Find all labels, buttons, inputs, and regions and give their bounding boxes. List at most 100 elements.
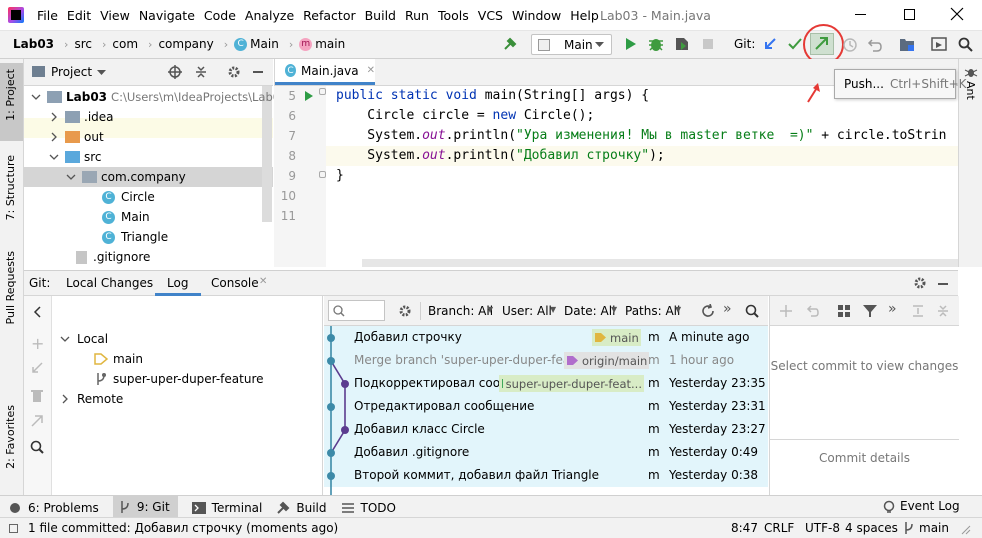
chevron-left-icon[interactable] — [32, 306, 42, 318]
coverage-icon[interactable] — [674, 36, 690, 52]
debug-icon[interactable] — [648, 36, 664, 52]
tab-log[interactable]: Log — [155, 271, 201, 296]
delete-icon[interactable] — [31, 389, 43, 402]
tool-tab-structure[interactable]: 7: Structure — [4, 155, 17, 220]
menu-edit[interactable]: Edit — [67, 8, 91, 23]
menu-run[interactable]: Run — [405, 8, 429, 23]
branch-group-local[interactable]: Local — [60, 329, 108, 349]
chevron-down-icon[interactable] — [97, 70, 106, 76]
menu-tools[interactable]: Tools — [438, 8, 469, 23]
tool-tab-terminal[interactable]: Terminal — [191, 501, 262, 515]
gear-icon[interactable] — [398, 304, 412, 318]
compare-icon[interactable] — [31, 415, 43, 427]
menu-code[interactable]: Code — [204, 8, 236, 23]
build-hammer-icon[interactable] — [502, 36, 518, 52]
breadcrumb-company[interactable]: company — [158, 37, 213, 51]
fold-icon[interactable] — [319, 88, 326, 95]
more-icon[interactable]: » — [888, 301, 897, 317]
commit-row[interactable]: Добавил .gitignore m Yesterday 0:49 — [324, 441, 768, 464]
branch-group-remote[interactable]: Remote — [60, 389, 123, 409]
project-title[interactable]: Project — [51, 65, 92, 79]
run-gutter-icon[interactable] — [304, 91, 314, 101]
breadcrumb-com[interactable]: com — [112, 37, 138, 51]
search-icon[interactable] — [30, 440, 44, 454]
update-project-icon[interactable] — [762, 36, 778, 52]
hide-panel-icon[interactable] — [253, 71, 263, 73]
git-branch-widget[interactable]: main — [903, 521, 949, 535]
run-config-select[interactable]: Main — [531, 34, 612, 55]
project-structure-icon[interactable] — [899, 37, 915, 52]
hide-panel-icon[interactable] — [938, 283, 948, 285]
close-tab-icon[interactable]: ✕ — [367, 65, 375, 76]
run-icon[interactable] — [624, 37, 638, 51]
gear-icon[interactable] — [227, 65, 241, 79]
refresh-icon[interactable] — [701, 304, 715, 318]
file-encoding[interactable]: UTF-8 — [805, 521, 840, 535]
horizontal-scrollbar[interactable] — [362, 259, 958, 267]
expand-all-icon[interactable] — [911, 304, 925, 318]
commit-icon[interactable] — [787, 36, 803, 52]
group-icon[interactable] — [837, 304, 851, 318]
menu-navigate[interactable]: Navigate — [139, 8, 195, 23]
tree-item-src[interactable]: src — [49, 147, 102, 167]
tree-item-main[interactable]: C Main — [102, 207, 150, 227]
menu-window[interactable]: Window — [512, 8, 561, 23]
filter-branch[interactable]: Branch: All — [428, 304, 493, 318]
filter-paths[interactable]: Paths: All — [625, 304, 680, 318]
menu-build[interactable]: Build — [365, 8, 396, 23]
tab-console[interactable]: Console — [211, 276, 259, 290]
breadcrumb-src[interactable]: src — [74, 37, 92, 51]
add-icon[interactable]: + — [31, 334, 44, 353]
close-tab-icon[interactable]: ✕ — [259, 276, 267, 287]
rollback-icon[interactable] — [866, 37, 882, 53]
gear-icon[interactable] — [913, 276, 927, 290]
more-icon[interactable]: » — [723, 301, 732, 317]
search-icon[interactable] — [958, 37, 974, 53]
locate-icon[interactable] — [168, 65, 182, 79]
menu-vcs[interactable]: VCS — [478, 8, 503, 23]
menu-view[interactable]: View — [100, 8, 130, 23]
stop-icon[interactable] — [703, 39, 713, 49]
log-search-input[interactable] — [328, 300, 385, 321]
tree-item-idea[interactable]: .idea — [49, 107, 114, 127]
commit-row[interactable]: Второй коммит, добавил файл Triangle m Y… — [324, 464, 768, 487]
checkout-icon[interactable] — [31, 362, 43, 374]
status-toggle-icon[interactable] — [9, 524, 18, 533]
collapse-all-icon[interactable] — [194, 65, 208, 79]
fold-icon[interactable] — [319, 171, 326, 178]
commit-row[interactable]: Отредактировал сообщение m Yesterday 23:… — [324, 395, 768, 418]
collapse-all-icon[interactable] — [936, 304, 950, 318]
filter-user[interactable]: User: All — [502, 304, 552, 318]
commit-row[interactable]: Merge branch 'super-uper-duper-featu ori… — [324, 349, 768, 372]
tree-item-circle[interactable]: C Circle — [102, 187, 155, 207]
menu-analyze[interactable]: Analyze — [245, 8, 294, 23]
menu-help[interactable]: Help — [570, 8, 599, 23]
commit-row[interactable]: Подкорректировал сообщ super-uper-duper-… — [324, 372, 768, 395]
tool-tab-todo[interactable]: TODO — [341, 501, 396, 515]
branch-main[interactable]: main — [94, 349, 143, 369]
search-icon[interactable] — [745, 304, 759, 318]
menu-file[interactable]: File — [37, 8, 58, 23]
tool-tab-git[interactable]: 9: Git — [112, 496, 178, 517]
history-icon[interactable] — [842, 37, 858, 53]
presentation-icon[interactable] — [931, 37, 947, 51]
tree-item-out[interactable]: out — [49, 127, 104, 147]
tab-local-changes[interactable]: Local Changes — [66, 276, 153, 290]
caret-position[interactable]: 8:47 — [731, 521, 758, 535]
tree-item-com-company[interactable]: com.company — [66, 167, 186, 187]
tool-tab-project[interactable]: 1: Project — [4, 69, 17, 121]
maximize-icon[interactable] — [904, 9, 915, 20]
breadcrumb-project[interactable]: Lab03 — [13, 37, 54, 51]
filter-icon[interactable] — [862, 304, 878, 318]
status-message[interactable]: 1 file committed: Добавил строчку (momen… — [28, 521, 338, 535]
tool-tab-favorites[interactable]: 2: Favorites — [4, 405, 17, 469]
tree-item-triangle[interactable]: C Triangle — [102, 227, 168, 247]
tool-tab-build[interactable]: Build — [276, 501, 327, 515]
breadcrumb-main-class[interactable]: Main — [250, 37, 279, 51]
tool-tab-event-log[interactable]: Event Log — [883, 499, 960, 513]
breadcrumb-main-method[interactable]: main — [315, 37, 345, 51]
line-separator[interactable]: CRLF — [764, 521, 794, 535]
cherry-pick-icon[interactable] — [779, 304, 793, 318]
indent-setting[interactable]: 4 spaces — [845, 521, 898, 535]
commit-row[interactable]: Добавил строчку main m A minute ago — [324, 326, 768, 349]
